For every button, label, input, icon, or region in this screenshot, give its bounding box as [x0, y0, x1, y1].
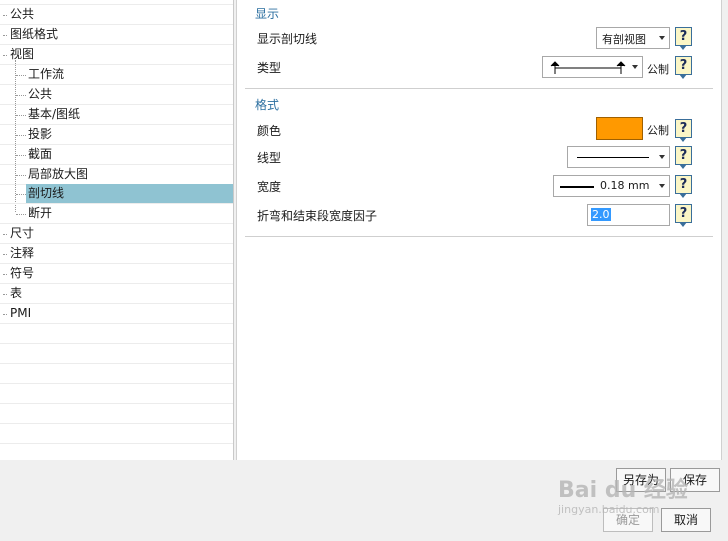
tree-item-label: PMI — [10, 306, 32, 320]
tree-item-view[interactable]: 视图 — [0, 45, 233, 65]
chevron-down-icon — [659, 155, 665, 159]
type-unit: 公制 — [647, 63, 669, 76]
tree-item-section-line[interactable]: 剖切线 — [0, 184, 233, 204]
tree-item-label: 局部放大图 — [28, 167, 89, 181]
chevron-down-icon — [659, 184, 665, 188]
tree-item-label: 断开 — [28, 206, 53, 220]
tree-item-drawing-format[interactable]: 图纸格式 — [0, 25, 233, 45]
tree-item-break[interactable]: 断开 — [0, 204, 233, 224]
bend-factor-input[interactable]: 2.0 — [587, 204, 670, 226]
tree-item-pmi[interactable]: PMI — [0, 304, 233, 324]
tree-item-label: 投影 — [28, 127, 53, 141]
format-group: 格式 颜色 公制 ? 线型 ? 宽度 0.18 mm ? 折弯和结束段宽度因子 … — [245, 92, 713, 237]
tree-item-dimension[interactable]: 尺寸 — [0, 224, 233, 244]
cancel-button[interactable]: 取消 — [661, 508, 711, 532]
tree-empty-row — [0, 404, 233, 424]
color-label: 颜色 — [257, 124, 282, 138]
tree-item-label: 公共 — [10, 7, 35, 21]
tree-item-label: 视图 — [10, 47, 35, 61]
tree-item-section[interactable]: 截面 — [0, 145, 233, 165]
help-icon[interactable]: ? — [675, 146, 692, 169]
chevron-down-icon — [659, 36, 665, 40]
tree-item-annotation[interactable]: 注释 — [0, 244, 233, 264]
section-line-type-icon — [550, 61, 626, 74]
tree-item-base-drawing[interactable]: 基本/图纸 — [0, 105, 233, 125]
tree-item-label: 尺寸 — [10, 226, 35, 240]
tree-item-label: 剖切线 — [26, 184, 233, 203]
display-group-title: 显示 — [255, 7, 280, 21]
width-value: 0.18 mm — [600, 179, 650, 192]
width-label: 宽度 — [257, 180, 282, 194]
tree-item-table[interactable]: 表 — [0, 284, 233, 304]
format-group-title: 格式 — [255, 98, 280, 112]
line-width-icon — [560, 186, 594, 188]
tree-item-label: 截面 — [28, 147, 53, 161]
tree-item-label: 符号 — [10, 266, 35, 280]
tree-item-label: 注释 — [10, 246, 35, 260]
tree-empty-row — [0, 424, 233, 444]
tree-item-label: 公共 — [28, 87, 53, 101]
help-icon[interactable]: ? — [675, 27, 692, 50]
tree-item-label: 工作流 — [28, 67, 65, 81]
bend-factor-value: 2.0 — [591, 208, 611, 221]
tree-item-label: 图纸格式 — [10, 27, 59, 41]
help-icon[interactable]: ? — [675, 204, 692, 227]
show-section-line-dropdown[interactable]: 有剖视图 — [596, 27, 670, 49]
tree-item-label: 基本/图纸 — [28, 107, 81, 121]
watermark-url: jingyan.baidu.com — [558, 503, 660, 516]
tree-empty-row — [0, 324, 233, 344]
show-section-line-label: 显示剖切线 — [257, 32, 318, 46]
type-label: 类型 — [257, 61, 282, 75]
help-icon[interactable]: ? — [675, 56, 692, 79]
help-icon[interactable]: ? — [675, 175, 692, 198]
section-line-type-dropdown[interactable] — [542, 56, 643, 78]
tree-item-projection[interactable]: 投影 — [0, 125, 233, 145]
tree-item-label: 表 — [10, 286, 23, 300]
settings-tree[interactable]: 公共 图纸格式 视图 工作流 公共 基本/图纸 投影 截面 局部放大图 剖切线 … — [0, 0, 234, 460]
tree-empty-row — [0, 364, 233, 384]
tree-empty-row — [0, 384, 233, 404]
dropdown-value: 有剖视图 — [602, 33, 646, 46]
tree-item-workflow[interactable]: 工作流 — [0, 65, 233, 85]
tree-item-symbol[interactable]: 符号 — [0, 264, 233, 284]
tree-item-detail-view[interactable]: 局部放大图 — [0, 165, 233, 185]
color-swatch-button[interactable] — [596, 117, 643, 140]
solid-line-icon — [577, 157, 649, 158]
chevron-down-icon — [632, 65, 638, 69]
watermark-logo: Bai du 经验 — [558, 478, 688, 503]
bend-factor-label: 折弯和结束段宽度因子 — [257, 209, 378, 223]
display-group: 显示 显示剖切线 有剖视图 ? 类型 公制 ? — [245, 0, 713, 89]
tree-item-view-public[interactable]: 公共 — [0, 85, 233, 105]
tree-empty-row — [0, 344, 233, 364]
tree-item-public[interactable]: 公共 — [0, 5, 233, 25]
settings-panel: 显示 显示剖切线 有剖视图 ? 类型 公制 ? 格式 颜色 公制 ? 线型 ? … — [236, 0, 722, 460]
linetype-label: 线型 — [257, 151, 282, 165]
linetype-dropdown[interactable] — [567, 146, 670, 168]
color-unit: 公制 — [647, 124, 669, 137]
help-icon[interactable]: ? — [675, 119, 692, 142]
width-dropdown[interactable]: 0.18 mm — [553, 175, 670, 197]
